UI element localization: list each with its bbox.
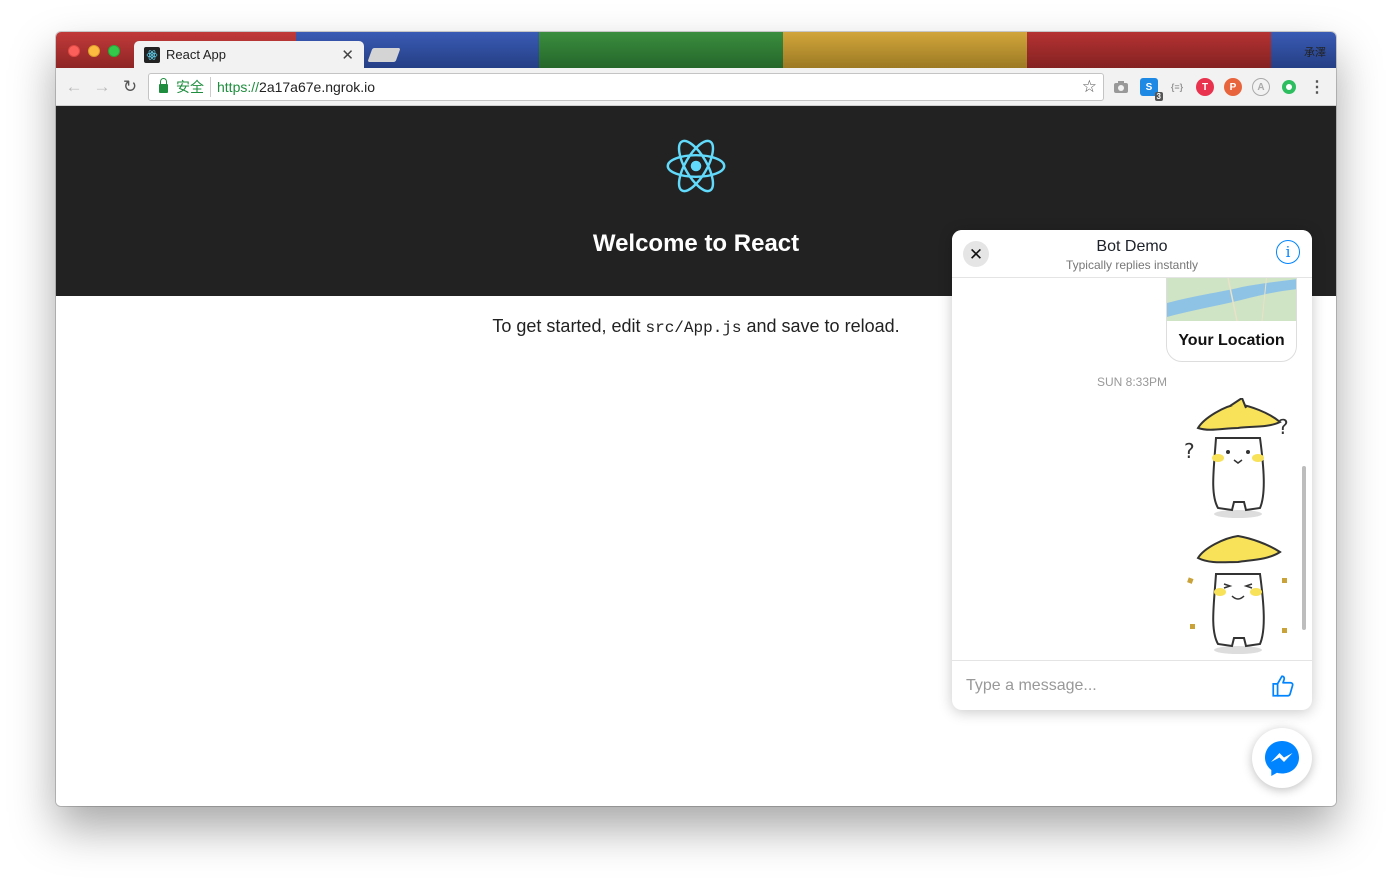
back-arrow-icon[interactable]: ← xyxy=(60,73,88,101)
profile-name[interactable]: 承澤 xyxy=(1304,44,1326,60)
forward-arrow-icon[interactable]: → xyxy=(88,73,116,101)
svg-text:?: ? xyxy=(1184,439,1195,463)
intro-text: To get started, edit xyxy=(492,316,646,336)
lock-icon xyxy=(159,78,168,93)
close-window-button[interactable] xyxy=(68,45,80,57)
url-scheme: https:// xyxy=(217,79,260,95)
producthunt-icon[interactable]: P xyxy=(1224,78,1242,96)
window-controls xyxy=(68,45,120,57)
intro-code: src/App.js xyxy=(645,319,742,337)
minimize-window-button[interactable] xyxy=(88,45,100,57)
evernote-icon[interactable] xyxy=(1280,78,1298,96)
chat-messages[interactable]: Your Location SUN 8:33PM ? ? xyxy=(952,278,1312,660)
menu-dots-icon[interactable]: ⋮ xyxy=(1308,78,1326,96)
messenger-icon xyxy=(1265,741,1299,776)
react-favicon-icon xyxy=(144,46,160,63)
browser-toolbar: ← → ↻ 安全 https://2a17a67e.ngrok.io ☆ S 3… xyxy=(56,68,1336,106)
messenger-launcher-button[interactable] xyxy=(1252,728,1312,788)
location-message[interactable]: Your Location xyxy=(1166,278,1297,362)
location-label: Your Location xyxy=(1178,332,1285,349)
message-input[interactable] xyxy=(966,676,1270,695)
chat-bot-name: Bot Demo xyxy=(1096,238,1168,255)
secure-label: 安全 xyxy=(176,77,211,97)
skype-extension-icon[interactable]: S 3 xyxy=(1140,78,1163,101)
intro-text-end: and save to reload. xyxy=(741,316,900,336)
extension-badge: 3 xyxy=(1154,92,1163,101)
info-icon[interactable]: i xyxy=(1276,240,1300,264)
camera-icon[interactable] xyxy=(1112,78,1130,96)
messenger-chat-panel: ✕ Bot Demo Typically replies instantly i xyxy=(952,230,1312,710)
url-host: 2a17a67e.ngrok.io xyxy=(259,79,376,95)
happy-sticker-icon xyxy=(1187,534,1287,654)
message-timestamp: SUN 8:33PM xyxy=(1096,375,1168,389)
pocket-red-icon[interactable]: T xyxy=(1196,78,1214,96)
react-logo-icon xyxy=(666,139,726,193)
chat-status: Typically replies instantly xyxy=(1065,258,1199,272)
map-thumbnail xyxy=(1167,278,1296,321)
address-bar[interactable]: 安全 https://2a17a67e.ngrok.io ☆ xyxy=(148,73,1104,101)
chat-header: ✕ Bot Demo Typically replies instantly i xyxy=(952,230,1312,278)
extensions-bar: S 3 {≡} T P A ⋮ xyxy=(1112,73,1326,101)
tab-close-icon[interactable]: ✕ xyxy=(341,46,354,64)
adblock-icon[interactable]: A xyxy=(1252,78,1270,96)
json-viewer-icon[interactable]: {≡} xyxy=(1168,78,1186,96)
svg-text:?: ? xyxy=(1278,415,1289,439)
zoom-window-button[interactable] xyxy=(108,45,120,57)
browser-window: React App ✕ 承澤 ← → ↻ 安全 https://2a17a67e… xyxy=(56,32,1336,806)
tab-title: React App xyxy=(166,47,226,62)
thumbs-up-icon[interactable] xyxy=(1270,673,1296,699)
confused-sticker-icon: ? ? xyxy=(1184,398,1289,518)
chat-scrollbar[interactable] xyxy=(1302,466,1306,630)
page-content: Welcome to React To get started, edit sr… xyxy=(56,106,1336,806)
star-icon[interactable]: ☆ xyxy=(1082,77,1097,97)
reload-icon[interactable]: ↻ xyxy=(116,73,144,101)
new-tab-button[interactable] xyxy=(367,48,401,62)
message-composer xyxy=(952,660,1312,710)
tab-react-app[interactable]: React App ✕ xyxy=(134,41,364,68)
